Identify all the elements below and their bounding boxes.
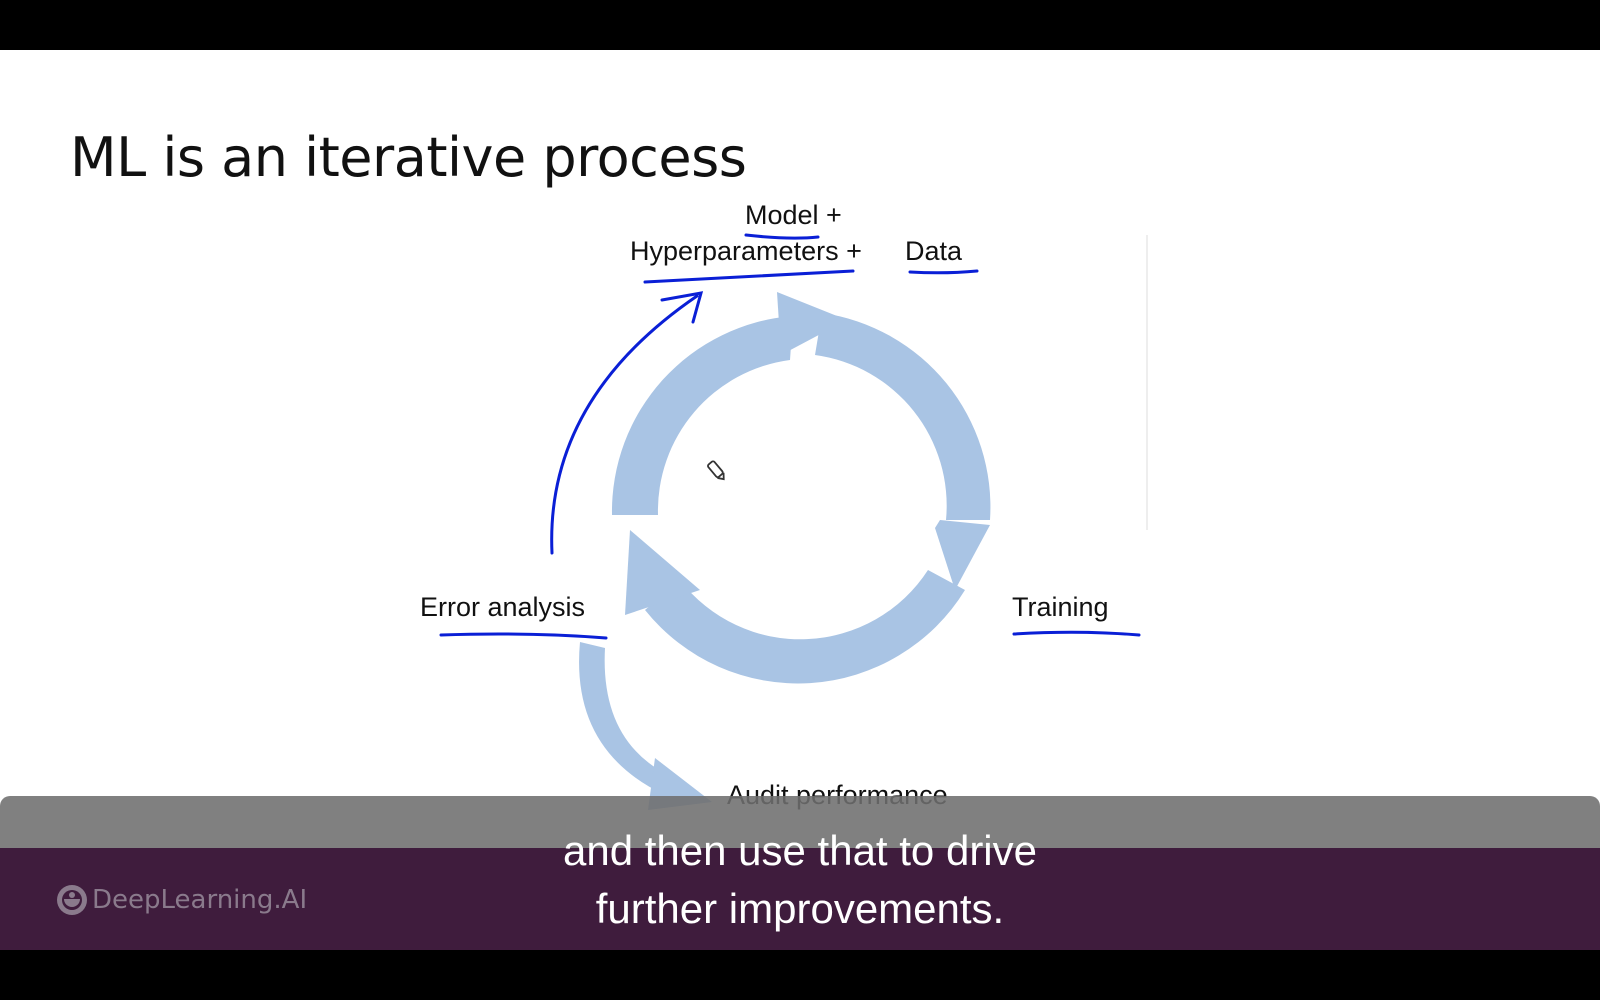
subtitle-line-1: and then use that to drive	[563, 827, 1037, 874]
label-error-analysis: Error analysis	[420, 592, 586, 622]
label-training: Training	[1012, 592, 1109, 622]
label-model: Model +	[745, 200, 842, 230]
arrow-to-audit	[579, 642, 712, 810]
subtitle-line-2: further improvements.	[595, 885, 1005, 932]
deeplearning-ai-logo: DeepLearning.AI	[56, 882, 307, 918]
logo-text: DeepLearning.AI	[92, 885, 308, 915]
underline-training	[1012, 630, 1141, 637]
pencil-cursor-icon	[707, 460, 725, 481]
deeplearning-logo-icon	[57, 885, 87, 915]
video-frame: ML is an iterative process Model + Hyper…	[0, 0, 1600, 1000]
underline-error-analysis	[439, 632, 608, 640]
label-data: Data	[905, 236, 963, 266]
underline-data	[908, 269, 979, 275]
cycle-arrow-to-error-analysis	[625, 530, 965, 684]
underline-hyperparameters	[643, 269, 855, 284]
cycle-arrow-to-model	[611, 292, 847, 515]
pen-annotations	[439, 233, 1141, 640]
subtitle-caption: and then use that to drive further impro…	[300, 822, 1300, 938]
label-hyperparameters: Hyperparameters +	[630, 236, 862, 266]
cycle-arrow-to-training-body	[815, 313, 991, 520]
cycle-arrow-to-training	[815, 313, 991, 590]
cycle-arrow-to-model-body	[611, 316, 793, 515]
